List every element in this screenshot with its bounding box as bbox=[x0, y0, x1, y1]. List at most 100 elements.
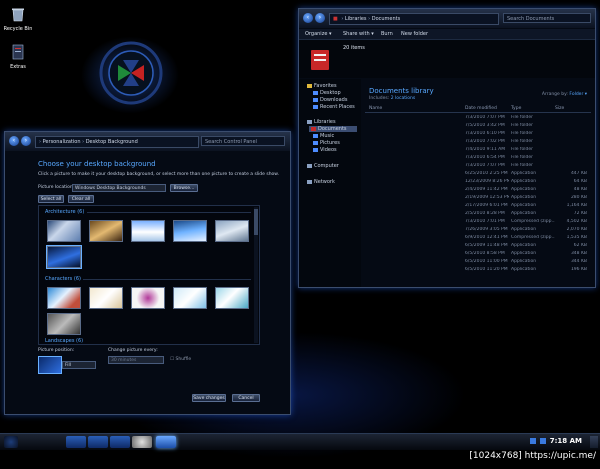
breadcrumb-item[interactable]: Desktop Background bbox=[86, 139, 138, 145]
volume-tray-icon[interactable] bbox=[540, 438, 546, 444]
file-row[interactable]: System_Transparency_by_Prozone7.zip6/9/2… bbox=[367, 234, 589, 242]
locations-link[interactable]: 2 locations bbox=[391, 96, 416, 101]
nav-computer[interactable]: Computer bbox=[307, 163, 339, 169]
picture-location-select[interactable]: Windows Desktop Backgrounds bbox=[72, 184, 166, 192]
new-folder-button[interactable]: New folder bbox=[401, 31, 428, 37]
column-header-name[interactable]: Name bbox=[369, 106, 382, 111]
category-architecture[interactable]: Architecture (6) bbox=[45, 209, 84, 215]
scrollbar-thumb[interactable] bbox=[254, 209, 258, 235]
breadcrumb[interactable]: › Personalization › Desktop Background bbox=[35, 136, 199, 148]
desktop-icon bbox=[313, 90, 318, 95]
arrange-by-dropdown[interactable]: Folder ▾ bbox=[569, 92, 587, 97]
wallpaper-thumbnail[interactable] bbox=[47, 287, 81, 309]
burn-button[interactable]: Burn bbox=[381, 31, 393, 37]
nav-network[interactable]: Network bbox=[307, 179, 335, 185]
file-type: Application bbox=[511, 243, 537, 248]
wallpaper-thumbnail[interactable] bbox=[89, 287, 123, 309]
desktop-icon-recycle-bin[interactable]: Recycle Bin bbox=[0, 6, 36, 32]
nav-recent-places[interactable]: Recent Places bbox=[313, 104, 355, 110]
taskbar-button-active[interactable] bbox=[156, 436, 176, 448]
picture-position-select[interactable]: Fill bbox=[62, 361, 96, 369]
category-characters[interactable]: Characters (6) bbox=[45, 276, 81, 282]
nav-libraries[interactable]: Libraries bbox=[307, 119, 336, 125]
wallpaper-thumbnail[interactable] bbox=[173, 287, 207, 309]
file-row[interactable]: Rave Orbster v2.0.0.87/3/2010 7:02 PMFil… bbox=[367, 138, 589, 146]
file-date: 7/3/2010 7:07 PM bbox=[465, 115, 505, 120]
file-row[interactable]: LibraryIconChanger.exe2/19/2009 12:53 PM… bbox=[367, 194, 589, 202]
file-row[interactable]: Vistamenu Animation 27/3/2010 6:54 PMFil… bbox=[367, 154, 589, 162]
cancel-button[interactable]: Cancel bbox=[232, 394, 260, 402]
browse-button[interactable]: Browse... bbox=[170, 184, 198, 192]
file-row[interactable]: NavButtonCustomizer.exe2/5/2010 8:28 PMA… bbox=[367, 210, 589, 218]
wallpaper-thumbnail[interactable] bbox=[131, 220, 165, 242]
nav-music[interactable]: Music bbox=[313, 133, 334, 139]
column-header-size[interactable]: Size bbox=[555, 106, 564, 111]
show-desktop-button[interactable] bbox=[590, 436, 598, 448]
file-type: File folder bbox=[511, 147, 534, 152]
select-all-button[interactable]: Select all bbox=[38, 195, 64, 203]
wallpaper-thumbnail[interactable] bbox=[89, 220, 123, 242]
file-size: 1,164 KB bbox=[566, 203, 587, 208]
details-band: 20 items bbox=[299, 40, 595, 78]
file-row[interactable]: Windows 7 Start Button Creator.exe6/5/20… bbox=[367, 266, 589, 274]
file-row[interactable]: Windows 7 show desktop button remov...6/… bbox=[367, 250, 589, 258]
forward-button[interactable]: › bbox=[21, 136, 31, 146]
wallpaper-thumbnail[interactable] bbox=[173, 220, 207, 242]
column-header-date[interactable]: Date modified bbox=[465, 106, 497, 111]
change-picture-select[interactable]: 30 minutes bbox=[108, 356, 164, 364]
taskbar-button[interactable] bbox=[110, 436, 130, 448]
breadcrumb-item[interactable]: Libraries bbox=[345, 16, 367, 22]
save-changes-button[interactable]: Save changes bbox=[192, 394, 226, 402]
file-row[interactable]: Explorer Tools.exe6/25/2010 2:25 PMAppli… bbox=[367, 170, 589, 178]
breadcrumb-item[interactable]: Documents bbox=[372, 16, 401, 22]
taskbar-button[interactable] bbox=[66, 436, 86, 448]
file-row[interactable]: Black Glass Enhanced v8.57/3/2010 7:07 P… bbox=[367, 114, 589, 122]
share-with-button[interactable]: Share with ▾ bbox=[343, 31, 374, 37]
gallery-scrollbar[interactable] bbox=[254, 207, 258, 343]
nav-favorites[interactable]: Favorites bbox=[307, 83, 337, 89]
wallpaper-thumbnail[interactable] bbox=[47, 220, 81, 242]
network-tray-icon[interactable] bbox=[530, 438, 536, 444]
column-header-type[interactable]: Type bbox=[511, 106, 521, 111]
wallpaper-thumbnail-selected[interactable] bbox=[46, 245, 82, 269]
desktop-icon-extras[interactable]: Extras bbox=[0, 44, 36, 70]
file-row[interactable]: Fonts for clock7/3/2010 6:10 PMFile fold… bbox=[367, 130, 589, 138]
organize-button[interactable]: Organize ▾ bbox=[305, 31, 332, 37]
taskbar-button[interactable] bbox=[88, 436, 108, 448]
search-input[interactable]: Search Documents bbox=[503, 13, 591, 23]
nav-documents[interactable]: Documents bbox=[309, 126, 357, 132]
back-button[interactable]: ‹ bbox=[303, 13, 313, 23]
taskbar-button[interactable] bbox=[132, 436, 152, 448]
wallpaper-thumbnail[interactable] bbox=[215, 287, 249, 309]
file-row[interactable]: Glass Notepad for win7.exe2/4/2009 11:42… bbox=[367, 186, 589, 194]
nav-downloads[interactable]: Downloads bbox=[313, 97, 347, 103]
explorer-window[interactable]: ‹ › ■ › Libraries › Documents Search Doc… bbox=[298, 8, 596, 288]
wallpaper-thumbnail[interactable] bbox=[215, 220, 249, 242]
nav-pictures[interactable]: Pictures bbox=[313, 140, 340, 146]
file-row[interactable]: Remove W8 7.2.5.2 ZIP7/3/2010 7:01 PMCom… bbox=[367, 218, 589, 226]
file-row[interactable]: Logon Screen changer 2.exe2/17/2009 6:01… bbox=[367, 202, 589, 210]
file-row[interactable]: System File replacer.exe7/26/2009 3:05 P… bbox=[367, 226, 589, 234]
file-type: Application bbox=[511, 195, 537, 200]
file-row[interactable]: Right-Click Extender7/4/2010 9:11 AMFile… bbox=[367, 146, 589, 154]
file-row[interactable]: Full glass.exe12/23/2009 8:26 PMApplicat… bbox=[367, 178, 589, 186]
nav-desktop[interactable]: Desktop bbox=[313, 90, 341, 96]
start-button[interactable] bbox=[4, 436, 18, 448]
clock[interactable]: 7:18 AM bbox=[550, 437, 582, 445]
clear-all-button[interactable]: Clear all bbox=[68, 195, 94, 203]
file-row[interactable]: bGlass makes software transparent7/5/201… bbox=[367, 122, 589, 130]
back-button[interactable]: ‹ bbox=[9, 136, 19, 146]
shuffle-checkbox[interactable]: ☐ Shuffle bbox=[170, 357, 191, 362]
page-title: Choose your desktop background bbox=[38, 160, 156, 168]
file-row[interactable]: Windows 7 Aero Blur Tweaker 64-bit.exe6/… bbox=[367, 242, 589, 250]
breadcrumb-item[interactable]: Personalization bbox=[43, 139, 81, 145]
nav-videos[interactable]: Videos bbox=[313, 147, 337, 153]
forward-button[interactable]: › bbox=[315, 13, 325, 23]
search-input[interactable]: Search Control Panel bbox=[201, 136, 285, 146]
file-row[interactable]: Windows 7 Start Orb Changer7/3/2010 7:07… bbox=[367, 162, 589, 170]
wallpaper-thumbnail[interactable] bbox=[131, 287, 165, 309]
wallpaper-thumbnail[interactable] bbox=[47, 313, 81, 335]
file-row[interactable]: Windows 7 start button animator.exe6/5/2… bbox=[367, 258, 589, 266]
breadcrumb[interactable]: ■ › Libraries › Documents bbox=[329, 13, 499, 25]
category-landscapes[interactable]: Landscapes (6) bbox=[45, 338, 83, 344]
